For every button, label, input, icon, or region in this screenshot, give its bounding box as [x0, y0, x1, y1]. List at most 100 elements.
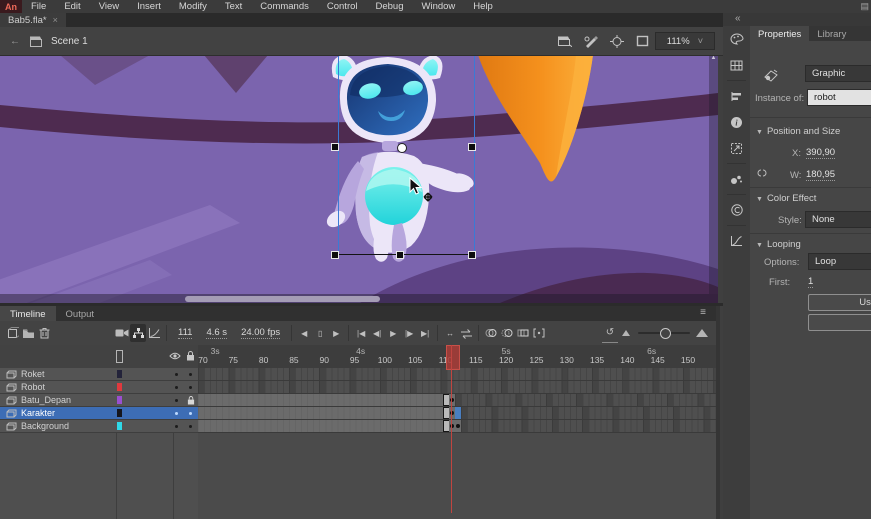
selection-handle-bottom-center[interactable]	[396, 251, 404, 259]
step-back-icon[interactable]: ◀|	[369, 324, 385, 342]
zoom-out-mountain-icon[interactable]	[618, 324, 634, 342]
w-value[interactable]: 180,95	[806, 169, 835, 181]
eye-icon[interactable]	[169, 352, 181, 360]
lock-toggle[interactable]	[189, 373, 192, 376]
menu-window[interactable]: Window	[413, 0, 465, 13]
motion-presets-icon[interactable]	[723, 228, 750, 254]
use-frame-picker-button[interactable]: Use Fra	[808, 294, 871, 311]
edit-symbols-icon[interactable]	[584, 35, 598, 48]
loop-options-select[interactable]: Loop	[808, 253, 871, 270]
lock-icon[interactable]	[186, 351, 195, 361]
layer-row-background[interactable]: Background	[0, 420, 198, 433]
menu-help[interactable]: Help	[464, 0, 502, 13]
zoom-in-mountain-icon[interactable]	[694, 324, 710, 342]
align-icon[interactable]	[723, 83, 750, 109]
menu-insert[interactable]: Insert	[128, 0, 170, 13]
step-forward-icon[interactable]: |▶	[401, 324, 417, 342]
layer-color-swatch[interactable]	[117, 409, 122, 417]
transform-point[interactable]	[397, 143, 407, 153]
play-icon[interactable]: ▶	[385, 324, 401, 342]
zoom-slider[interactable]	[638, 332, 690, 334]
info-icon[interactable]: i	[723, 109, 750, 135]
menu-text[interactable]: Text	[216, 0, 251, 13]
zoom-slider-knob[interactable]	[660, 328, 671, 339]
new-folder-icon[interactable]	[20, 324, 36, 342]
link-width-height-icon[interactable]	[755, 167, 769, 179]
transform-icon[interactable]	[723, 135, 750, 161]
layer-parenting-icon[interactable]	[130, 324, 146, 342]
visibility-toggle[interactable]	[175, 412, 178, 415]
tab-properties[interactable]: Properties	[750, 26, 809, 42]
onion-skin-icon[interactable]	[483, 324, 499, 342]
swatches-icon[interactable]	[723, 52, 750, 78]
menu-edit[interactable]: Edit	[55, 0, 89, 13]
center-playhead-icon[interactable]: ↔	[442, 324, 458, 342]
instance-name-input[interactable]: robot	[807, 89, 871, 106]
layer-color-swatch[interactable]	[117, 370, 122, 378]
visibility-toggle[interactable]	[175, 425, 178, 428]
frame-span[interactable]	[198, 407, 443, 419]
layer-color-swatch[interactable]	[117, 422, 122, 430]
selection-handle-left[interactable]	[331, 143, 339, 151]
frame-span[interactable]	[198, 420, 443, 432]
section-color-effect[interactable]: ▼Color Effect	[756, 193, 816, 204]
layer-color-swatch[interactable]	[117, 383, 122, 391]
modify-markers-icon[interactable]	[531, 324, 547, 342]
onion-outlines-icon[interactable]	[499, 324, 515, 342]
current-frame-value[interactable]: 111	[178, 327, 192, 339]
symbol-type-select[interactable]: Graphic	[805, 65, 871, 82]
lock-toggle[interactable]	[189, 386, 192, 389]
tab-timeline[interactable]: Timeline	[0, 306, 56, 322]
loop-icon[interactable]	[458, 324, 474, 342]
center-frame-icon[interactable]	[610, 35, 624, 48]
visibility-toggle[interactable]	[175, 373, 178, 376]
goto-first-frame-icon[interactable]: |◀	[353, 324, 369, 342]
panel-menu-icon[interactable]: ≡	[700, 307, 706, 318]
edit-multiple-frames-icon[interactable]	[515, 324, 531, 342]
zoom-select[interactable]: 111% ˅	[655, 32, 715, 50]
selection-handle-bottom-left[interactable]	[331, 251, 339, 259]
elapsed-time-value[interactable]: 4.6 s	[206, 327, 227, 339]
playhead-marker[interactable]	[446, 345, 460, 370]
back-arrow-icon[interactable]: ←	[10, 36, 20, 47]
tab-library[interactable]: Library	[809, 26, 854, 42]
section-position-size[interactable]: ▼Position and Size	[756, 126, 840, 137]
menu-modify[interactable]: Modify	[170, 0, 216, 13]
menu-control[interactable]: Control	[318, 0, 367, 13]
frames-row-robot[interactable]	[198, 381, 716, 394]
frames-row-karakter[interactable]	[198, 407, 716, 420]
clip-content-icon[interactable]	[636, 35, 649, 47]
new-layer-icon[interactable]	[4, 324, 20, 342]
style-select[interactable]: None	[805, 211, 871, 228]
workspace-icon[interactable]: ▤	[860, 1, 869, 12]
menu-file[interactable]: File	[22, 0, 55, 13]
menu-view[interactable]: View	[90, 0, 128, 13]
x-value[interactable]: 390,90	[806, 147, 835, 159]
frame-selected[interactable]	[455, 407, 461, 419]
first-frame-value[interactable]: 1	[808, 276, 813, 288]
lock-toggle[interactable]	[189, 412, 192, 415]
tab-output[interactable]: Output	[56, 306, 105, 322]
frame-rate-value[interactable]: 24.00 fps	[241, 327, 280, 339]
frame-keyframe[interactable]	[455, 420, 461, 432]
brush-library-icon[interactable]	[723, 166, 750, 192]
stage-canvas[interactable]: ▲	[0, 55, 718, 303]
cc-libraries-icon[interactable]	[723, 197, 750, 223]
frame-span[interactable]	[198, 394, 443, 406]
document-tab[interactable]: Bab5.fla* ×	[0, 13, 66, 27]
goto-last-frame-icon[interactable]: ▶|	[417, 324, 433, 342]
scrollbar-thumb[interactable]	[185, 296, 380, 302]
menu-commands[interactable]: Commands	[251, 0, 318, 13]
camera-icon[interactable]	[114, 324, 130, 342]
layer-row-robot[interactable]: Robot	[0, 381, 198, 394]
collapse-panel-icon[interactable]: «	[735, 13, 741, 24]
app-logo[interactable]: An	[0, 0, 22, 13]
playhead-forward-icon[interactable]: ▶	[328, 324, 344, 342]
selection-handle-right[interactable]	[468, 143, 476, 151]
layer-row-batu_depan[interactable]: Batu_Depan	[0, 394, 198, 407]
lock-icon[interactable]	[187, 396, 195, 405]
lip-syncing-button[interactable]: Lip S	[808, 314, 871, 331]
reset-zoom-icon[interactable]: ↺	[602, 324, 618, 343]
close-icon[interactable]: ×	[53, 15, 58, 25]
graph-editor-icon[interactable]	[146, 324, 162, 342]
